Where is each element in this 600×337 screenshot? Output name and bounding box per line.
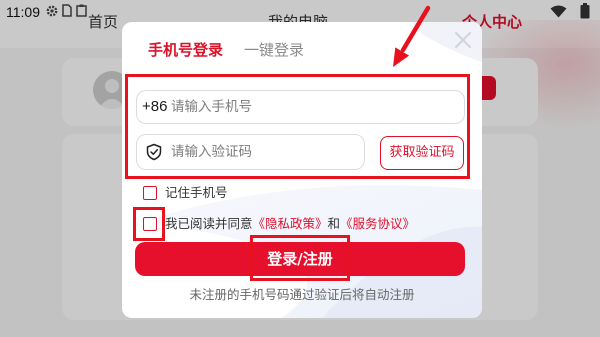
annotation-arrow: [393, 5, 431, 67]
